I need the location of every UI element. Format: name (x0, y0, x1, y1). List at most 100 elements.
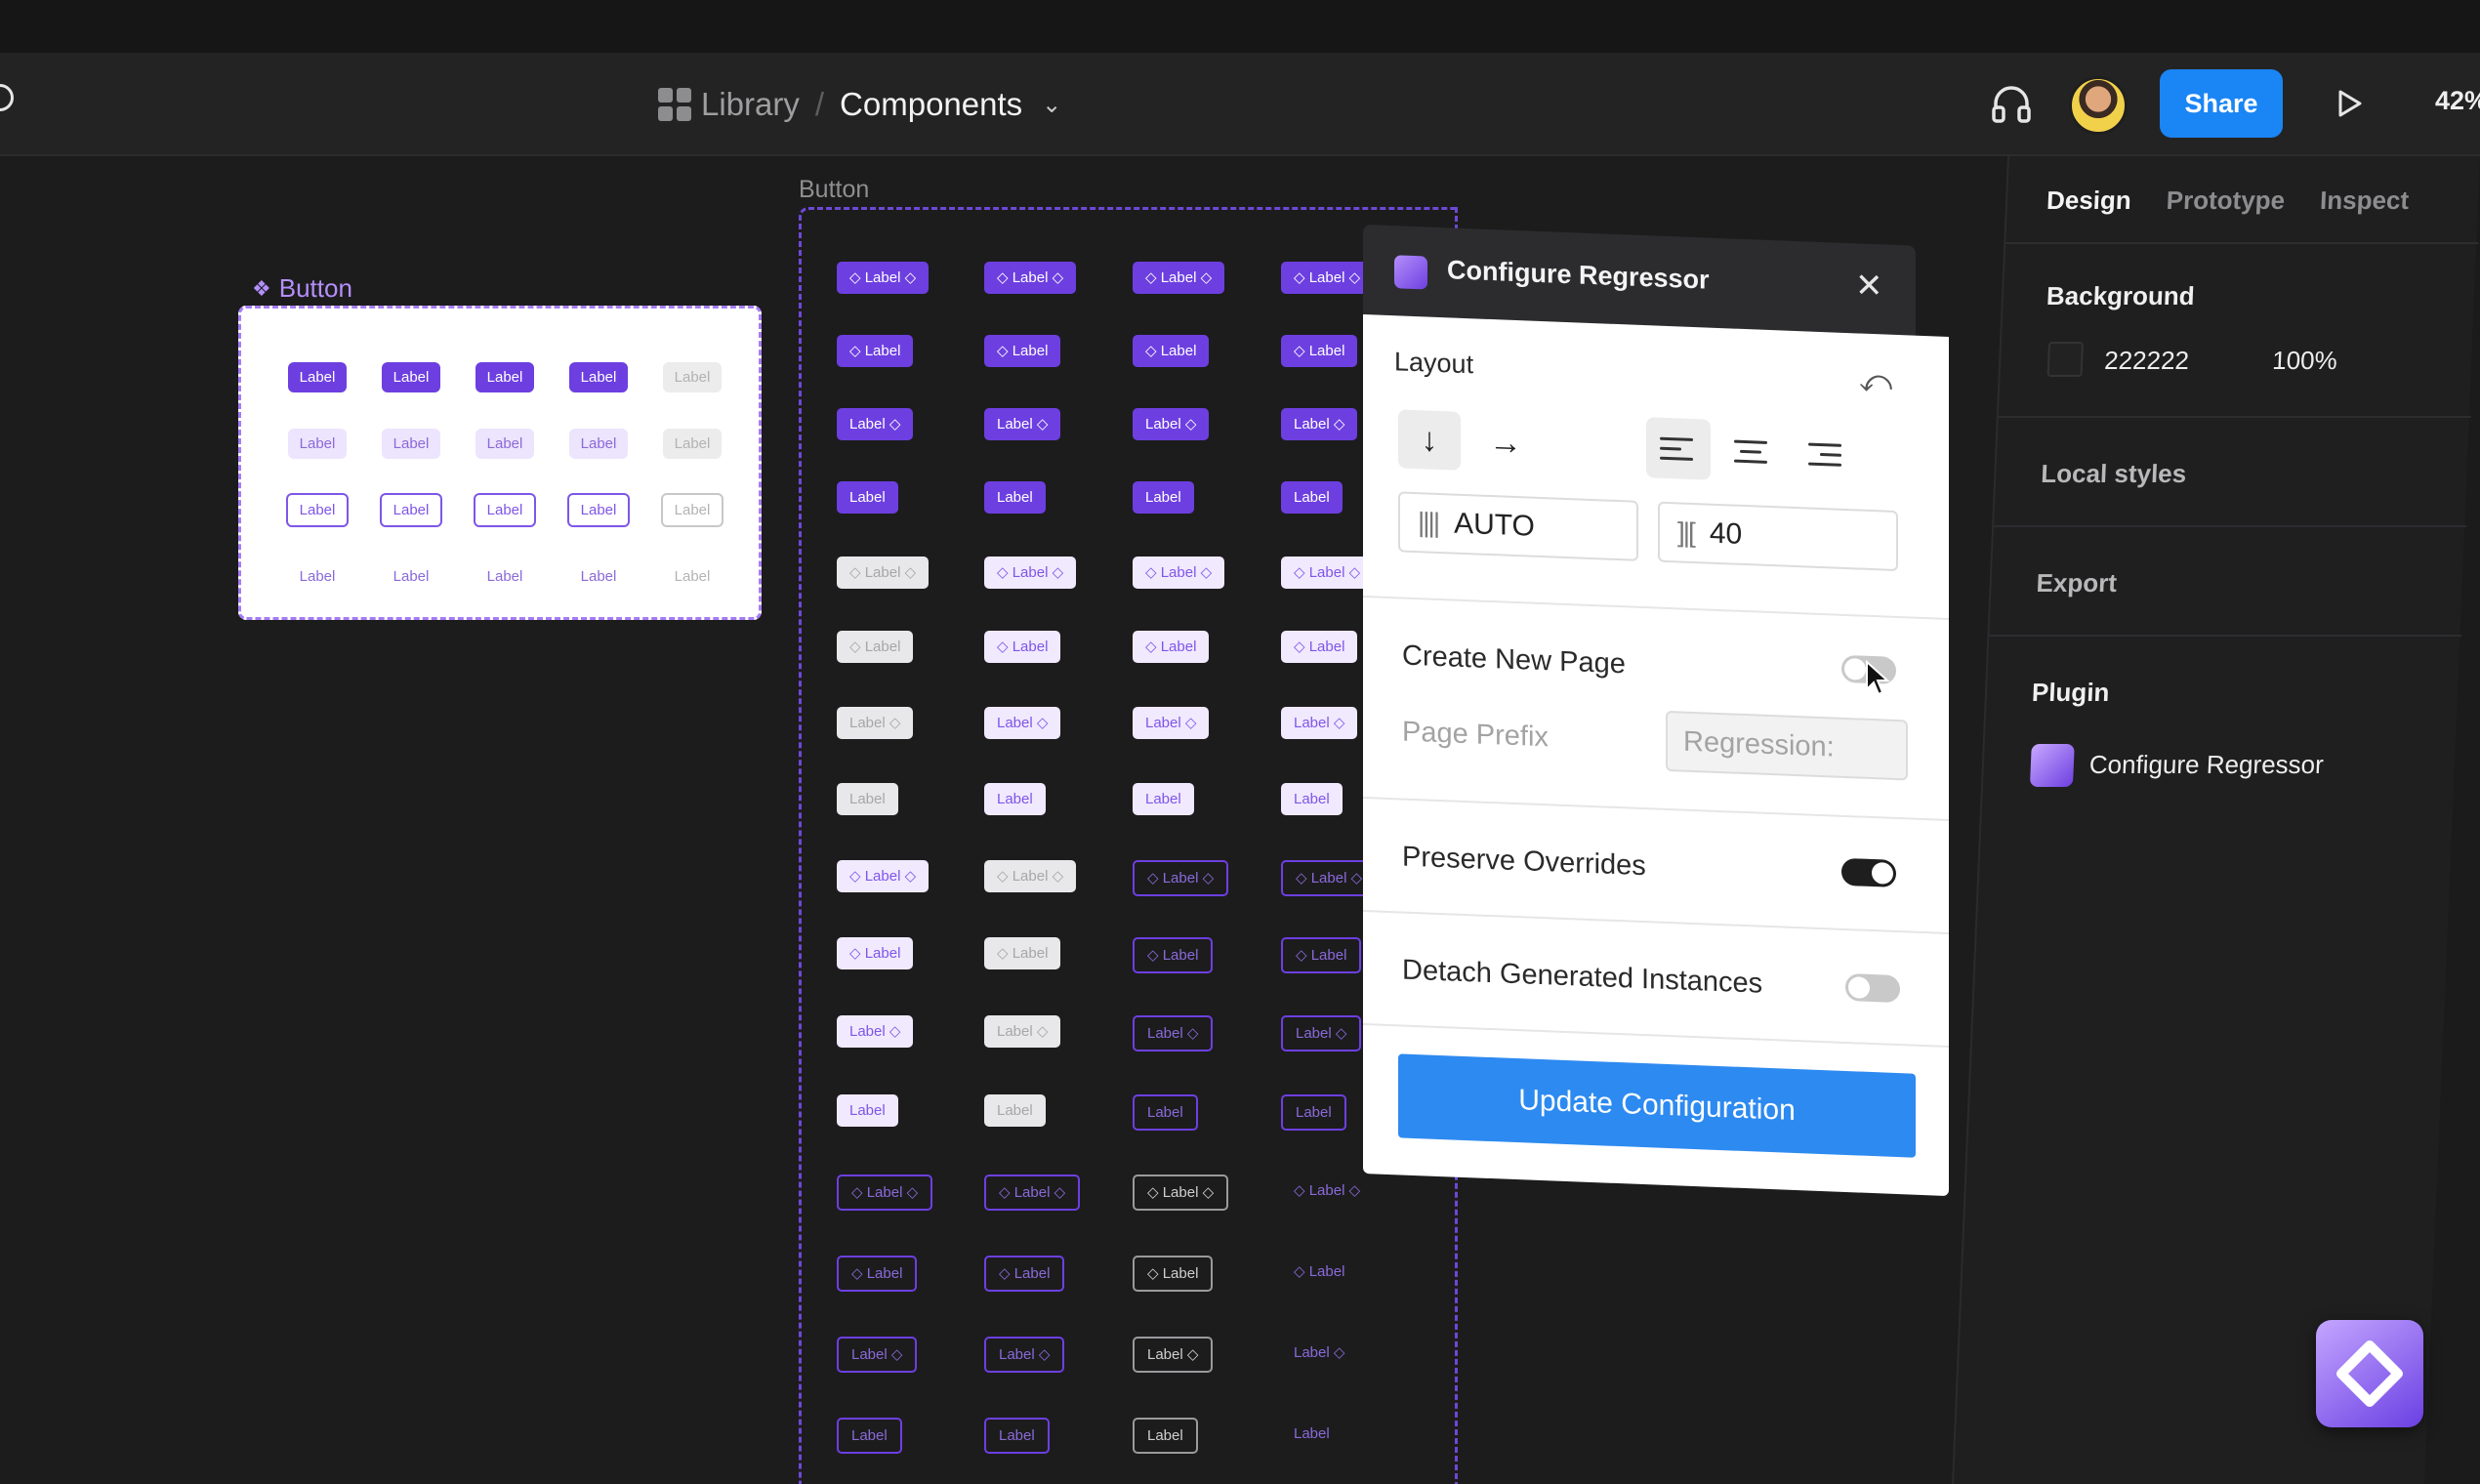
update-configuration-button[interactable]: Update Configuration (1398, 1053, 1916, 1158)
variant-instance[interactable]: ◇ Label (1133, 1256, 1214, 1292)
variant-instance[interactable]: ◇ Label ◇ (1281, 1175, 1373, 1207)
button-variant-label[interactable]: Label (568, 361, 629, 392)
tab-prototype[interactable]: Prototype (2166, 186, 2286, 216)
zoom-level[interactable]: 42% (2435, 86, 2480, 116)
variant-instance[interactable]: ◇ Label ◇ (837, 1175, 933, 1211)
direction-horizontal-button[interactable]: → (1474, 412, 1537, 473)
plugin-launcher-button[interactable] (2316, 1320, 2423, 1427)
button-variant-label[interactable]: Label (381, 428, 441, 459)
variant-instance[interactable]: Label (984, 1094, 1046, 1127)
variant-instance[interactable]: Label (837, 783, 898, 815)
tab-design[interactable]: Design (2046, 186, 2131, 216)
variant-instance[interactable]: ◇ Label (984, 1256, 1065, 1292)
variant-instance[interactable]: Label (984, 783, 1046, 815)
button-variant-label[interactable]: Label (473, 492, 537, 527)
variant-instance[interactable]: ◇ Label ◇ (837, 860, 930, 892)
button-variant-label[interactable]: Label (475, 361, 535, 392)
button-variant-label[interactable]: Label (379, 492, 443, 527)
variant-instance[interactable]: Label ◇ (1281, 408, 1358, 440)
gap-field[interactable]: ]|[ 40 (1658, 501, 1898, 572)
variant-instance[interactable]: ◇ Label (984, 937, 1061, 969)
button-variant-label[interactable]: Label (663, 561, 723, 592)
background-opacity[interactable]: 100% (2272, 346, 2338, 376)
button-variant-label[interactable]: Label (287, 361, 348, 392)
detach-instances-toggle[interactable] (1845, 972, 1900, 1004)
spacing-mode-field[interactable]: |||| AUTO (1398, 491, 1638, 561)
variant-instance[interactable]: ◇ Label ◇ (984, 262, 1077, 294)
variant-instance[interactable]: ◇ Label ◇ (1133, 860, 1229, 896)
page-prefix-input[interactable]: Regression: (1666, 710, 1908, 781)
variant-instance[interactable]: Label ◇ (837, 408, 914, 440)
variant-instance[interactable]: Label (984, 1418, 1050, 1454)
button-variant-label[interactable]: Label (382, 561, 441, 592)
variant-instance[interactable]: Label (1133, 1094, 1198, 1131)
variant-instance[interactable]: ◇ Label ◇ (984, 860, 1077, 892)
chevron-down-icon[interactable]: ⌄ (1042, 91, 1061, 119)
variant-instance[interactable]: Label (984, 481, 1046, 514)
variant-instance[interactable]: ◇ Label (984, 631, 1061, 663)
variant-instance[interactable]: Label ◇ (837, 707, 914, 739)
headphones-icon[interactable] (1988, 80, 2035, 127)
button-variants-frame[interactable] (799, 207, 1458, 1484)
preserve-overrides-toggle[interactable] (1841, 857, 1896, 887)
frame-label-button[interactable]: ❖ Button (252, 273, 352, 304)
variant-instance[interactable]: ◇ Label (1281, 1256, 1357, 1288)
variant-instance[interactable]: ◇ Label (1133, 335, 1210, 367)
variant-instance[interactable]: Label ◇ (1281, 1015, 1362, 1051)
button-variant-label[interactable]: Label (660, 492, 724, 527)
variant-instance[interactable]: ◇ Label ◇ (1281, 556, 1374, 589)
variant-instance[interactable]: Label (837, 481, 898, 514)
variant-instance[interactable]: Label (837, 1418, 902, 1454)
variant-instance[interactable]: Label ◇ (1133, 1015, 1214, 1051)
variant-instance[interactable]: Label ◇ (1133, 707, 1210, 739)
frame-label-button-variants[interactable]: Button (799, 176, 869, 204)
play-icon[interactable] (2334, 88, 2365, 119)
variant-instance[interactable]: Label ◇ (984, 1015, 1061, 1048)
button-variant-label[interactable]: Label (381, 361, 441, 392)
direction-vertical-button[interactable]: ↓ (1398, 409, 1461, 471)
variant-instance[interactable]: Label (837, 1094, 898, 1127)
variant-instance[interactable]: ◇ Label (1133, 631, 1210, 663)
variant-instance[interactable]: Label ◇ (1281, 707, 1358, 739)
variant-instance[interactable]: Label (1281, 783, 1343, 815)
button-variant-label[interactable]: Label (475, 561, 535, 592)
variant-instance[interactable]: ◇ Label ◇ (984, 1175, 1081, 1211)
export-title[interactable]: Export (2036, 568, 2118, 598)
breadcrumb-library[interactable]: Library (701, 86, 800, 123)
reset-icon[interactable]: ⤺ (1859, 363, 1892, 401)
align-left-button[interactable] (1646, 417, 1711, 480)
variant-instance[interactable]: Label ◇ (837, 1337, 918, 1373)
variant-instance[interactable]: ◇ Label ◇ (1133, 556, 1225, 589)
variant-instance[interactable]: Label (1133, 1418, 1198, 1454)
tab-inspect[interactable]: Inspect (2319, 186, 2410, 216)
variant-instance[interactable]: ◇ Label (1281, 631, 1358, 663)
variant-instance[interactable]: Label (1133, 481, 1194, 514)
variant-instance[interactable]: ◇ Label ◇ (1133, 262, 1225, 294)
variant-instance[interactable]: Label ◇ (837, 1015, 914, 1048)
button-variant-label[interactable]: Label (662, 428, 723, 459)
background-swatch[interactable] (2046, 342, 2085, 377)
button-component-frame[interactable]: Label Label Label Label Label Label Label Label… (238, 306, 762, 620)
variant-instance[interactable]: ◇ Label ◇ (837, 262, 930, 294)
background-hex[interactable]: 222222 (2104, 346, 2190, 376)
variant-instance[interactable]: Label ◇ (984, 1337, 1065, 1373)
variant-instance[interactable]: ◇ Label ◇ (984, 556, 1077, 589)
button-variant-label[interactable]: Label (569, 561, 629, 592)
button-variant-label[interactable]: Label (662, 361, 723, 392)
variant-instance[interactable]: Label (1281, 481, 1343, 514)
variant-instance[interactable]: ◇ Label (837, 631, 914, 663)
variant-instance[interactable]: Label (1133, 783, 1194, 815)
close-icon[interactable]: ✕ (1855, 267, 1883, 305)
variant-instance[interactable]: ◇ Label (1281, 937, 1362, 973)
align-center-button[interactable] (1720, 420, 1785, 483)
share-button[interactable]: Share (2160, 69, 2283, 138)
breadcrumb-current-page[interactable]: Components (840, 86, 1022, 123)
local-styles-title[interactable]: Local styles (2041, 459, 2187, 489)
variant-instance[interactable]: ◇ Label ◇ (1281, 262, 1374, 294)
variant-instance[interactable]: Label ◇ (1281, 1337, 1357, 1369)
variant-instance[interactable]: Label ◇ (984, 707, 1061, 739)
variant-instance[interactable]: Label (1281, 1418, 1343, 1450)
button-variant-label[interactable]: Label (287, 428, 348, 459)
button-variant-label[interactable]: Label (566, 492, 631, 527)
variant-instance[interactable]: ◇ Label (1281, 335, 1358, 367)
